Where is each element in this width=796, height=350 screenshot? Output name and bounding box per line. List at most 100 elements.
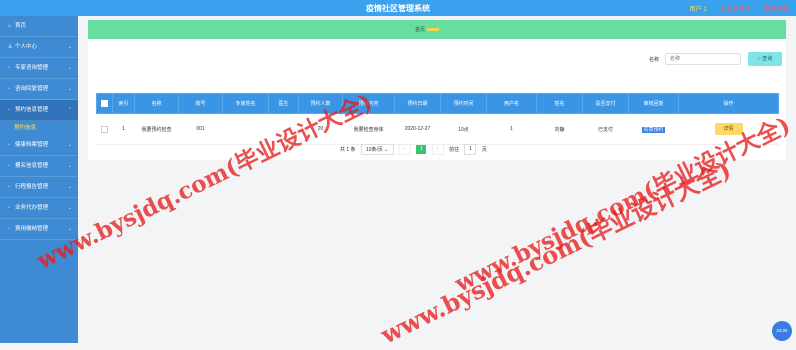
page-size-label: 10条/页 bbox=[365, 147, 383, 153]
sidebar-item-label: 健康档案管理 bbox=[15, 142, 49, 148]
sidebar-item-label: 首页 bbox=[15, 23, 27, 29]
app-title: 疫情社区管理系统 bbox=[366, 4, 430, 13]
cell-time: 10点 bbox=[440, 113, 487, 145]
sidebar-item-trip-report[interactable]: ▫ 行程报告管理 ⌄ bbox=[0, 177, 78, 198]
cell-index: 1 bbox=[112, 113, 135, 145]
sidebar-item-label: 个人中心 bbox=[15, 44, 38, 50]
logout-link[interactable]: 退出登录 bbox=[764, 7, 788, 13]
column-header[interactable]: 预约人数 bbox=[298, 93, 343, 114]
folder-icon: ▫ bbox=[8, 226, 10, 232]
clock-badge: 24:05 bbox=[772, 321, 792, 341]
chevron-down-icon: ⌄ bbox=[67, 205, 72, 211]
prev-page-button[interactable]: ‹ bbox=[398, 144, 411, 155]
table-header-row: 索引 名称 账号 专家姓名 医生 预约人数 预约内容 预约日期 预约时间 用户名… bbox=[96, 93, 779, 114]
row-checkbox[interactable] bbox=[96, 113, 113, 145]
cell-doctor bbox=[268, 113, 299, 145]
sidebar-item-registration[interactable]: ▫ 报名信息管理 ⌄ bbox=[0, 156, 78, 177]
cell-date: 2020-12-27 bbox=[394, 113, 441, 145]
column-header[interactable]: 名称 bbox=[134, 93, 179, 114]
top-right-area: 用户 1 退出到前台 退出登录 bbox=[678, 4, 788, 13]
main-panel: 首页 名称 ○ 查询 索引 名称 账号 专家姓名 医生 预约人数 预约内容 预约… bbox=[88, 20, 786, 160]
chevron-down-icon: ⌄ bbox=[67, 65, 72, 71]
sidebar: ⌂ 首页 ♙ 个人中心 ⌄ ▫ 专家咨询管理 ⌄ ▫ 咨询回复管理 ⌄ ▫ 预约信息管理 ⌃ 预约… bbox=[0, 16, 78, 343]
cell-username: 1 bbox=[486, 113, 537, 145]
column-header[interactable]: 专家姓名 bbox=[222, 93, 269, 114]
cell-content: 我要检查身体 bbox=[342, 113, 395, 145]
goto-label: 前往 bbox=[449, 147, 460, 153]
data-table: 索引 名称 账号 专家姓名 医生 预约人数 预约内容 预约日期 预约时间 用户名… bbox=[96, 93, 779, 145]
exit-to-frontend-link[interactable]: 退出到前台 bbox=[720, 7, 750, 13]
home-icon: ⌂ bbox=[8, 23, 12, 29]
folder-icon: ▫ bbox=[8, 107, 10, 113]
column-header[interactable]: 预约时间 bbox=[440, 93, 487, 114]
sidebar-item-label: 咨询回复管理 bbox=[15, 86, 49, 92]
sidebar-item-label: 专家咨询管理 bbox=[15, 65, 49, 71]
column-header[interactable]: 是否支付 bbox=[582, 93, 629, 114]
pagination-total: 共 1 条 bbox=[340, 147, 356, 153]
breadcrumb-bar: 首页 bbox=[88, 20, 786, 39]
cell-review: 同意预约 bbox=[628, 113, 679, 145]
sidebar-item-agency[interactable]: ▫ 业务代办管理 ⌄ bbox=[0, 198, 78, 219]
cell-count: 20 bbox=[298, 113, 343, 145]
chevron-down-icon: ⌄ bbox=[67, 142, 72, 148]
sidebar-subitem-appointment-info[interactable]: 预约信息 bbox=[0, 121, 78, 135]
breadcrumb: 首页 bbox=[415, 26, 440, 33]
breadcrumb-home[interactable]: 首页 bbox=[415, 27, 425, 33]
search-button[interactable]: ○ 查询 bbox=[748, 52, 782, 66]
current-user[interactable]: 用户 1 bbox=[690, 7, 707, 13]
column-header[interactable]: 用户名 bbox=[486, 93, 537, 114]
sidebar-item-health-record[interactable]: ▫ 健康档案管理 ⌄ bbox=[0, 135, 78, 156]
chevron-up-icon: ⌃ bbox=[67, 107, 72, 113]
sidebar-item-label: 业务代办管理 bbox=[15, 205, 49, 211]
column-header[interactable]: 预约内容 bbox=[342, 93, 395, 114]
column-header[interactable]: 审核回复 bbox=[628, 93, 679, 114]
next-page-button[interactable]: › bbox=[431, 144, 444, 155]
detail-button[interactable]: 详情 bbox=[714, 123, 743, 135]
chevron-down-icon: ⌄ bbox=[384, 147, 389, 153]
search-label: 名称 bbox=[649, 57, 660, 63]
cell-paid: 已支付 bbox=[582, 113, 629, 145]
cell-account: 001 bbox=[178, 113, 223, 145]
sidebar-item-label: 预约信息管理 bbox=[15, 107, 49, 113]
search-input[interactable] bbox=[665, 53, 741, 65]
cell-actions: 详情 bbox=[678, 113, 779, 145]
mouse-cursor-icon: ☝ bbox=[16, 161, 21, 168]
pagination: 共 1 条 10条/页 ⌄ ‹ 1 › 前往 1 页 bbox=[340, 144, 491, 155]
sidebar-item-label: 行程报告管理 bbox=[15, 184, 49, 190]
folder-icon: ▫ bbox=[8, 86, 10, 92]
goto-page-input[interactable]: 1 bbox=[464, 144, 477, 155]
sidebar-item-profile[interactable]: ♙ 个人中心 ⌄ bbox=[0, 37, 78, 58]
chevron-down-icon: ⌄ bbox=[67, 163, 72, 169]
folder-icon: ▫ bbox=[8, 184, 10, 190]
page-unit-label: 页 bbox=[481, 147, 487, 153]
folder-icon: ▫ bbox=[8, 163, 10, 169]
cell-realname: 刘静 bbox=[536, 113, 583, 145]
column-header: 操作 bbox=[678, 93, 779, 114]
sidebar-item-fee-payment[interactable]: ▫ 费用缴纳管理 ⌄ bbox=[0, 219, 78, 240]
column-header: 索引 bbox=[112, 93, 135, 114]
folder-icon: ▫ bbox=[8, 142, 10, 148]
sidebar-item-expert-consult[interactable]: ▫ 专家咨询管理 ⌄ bbox=[0, 58, 78, 79]
column-header[interactable]: 姓名 bbox=[536, 93, 583, 114]
top-bar: 疫情社区管理系统 用户 1 退出到前台 退出登录 bbox=[0, 0, 796, 16]
page-size-select[interactable]: 10条/页 ⌄ bbox=[360, 144, 394, 155]
folder-icon: ▫ bbox=[8, 205, 10, 211]
user-icon: ♙ bbox=[8, 44, 13, 50]
column-header[interactable]: 账号 bbox=[178, 93, 223, 114]
breadcrumb-accent bbox=[427, 28, 440, 32]
watermark: www.bysjdq.com(毕业设计大全) bbox=[376, 154, 736, 350]
column-header[interactable]: 预约日期 bbox=[394, 93, 441, 114]
select-all-checkbox[interactable] bbox=[96, 93, 113, 114]
column-header[interactable]: 医生 bbox=[268, 93, 299, 114]
sidebar-item-appointment[interactable]: ▫ 预约信息管理 ⌃ bbox=[0, 100, 78, 121]
sidebar-item-label: 费用缴纳管理 bbox=[15, 226, 49, 232]
search-button-label: 查询 bbox=[762, 56, 773, 62]
cell-expert-name bbox=[222, 113, 269, 145]
table-row: 1 我要预约检查 001 20 我要检查身体 2020-12-27 10点 1 … bbox=[96, 113, 779, 145]
chevron-down-icon: ⌄ bbox=[67, 184, 72, 190]
cell-name: 我要预约检查 bbox=[134, 113, 179, 145]
page-number-current[interactable]: 1 bbox=[416, 145, 427, 154]
sidebar-item-home[interactable]: ⌂ 首页 bbox=[0, 16, 78, 37]
sidebar-item-consult-reply[interactable]: ▫ 咨询回复管理 ⌄ bbox=[0, 79, 78, 100]
chevron-down-icon: ⌄ bbox=[67, 86, 72, 92]
